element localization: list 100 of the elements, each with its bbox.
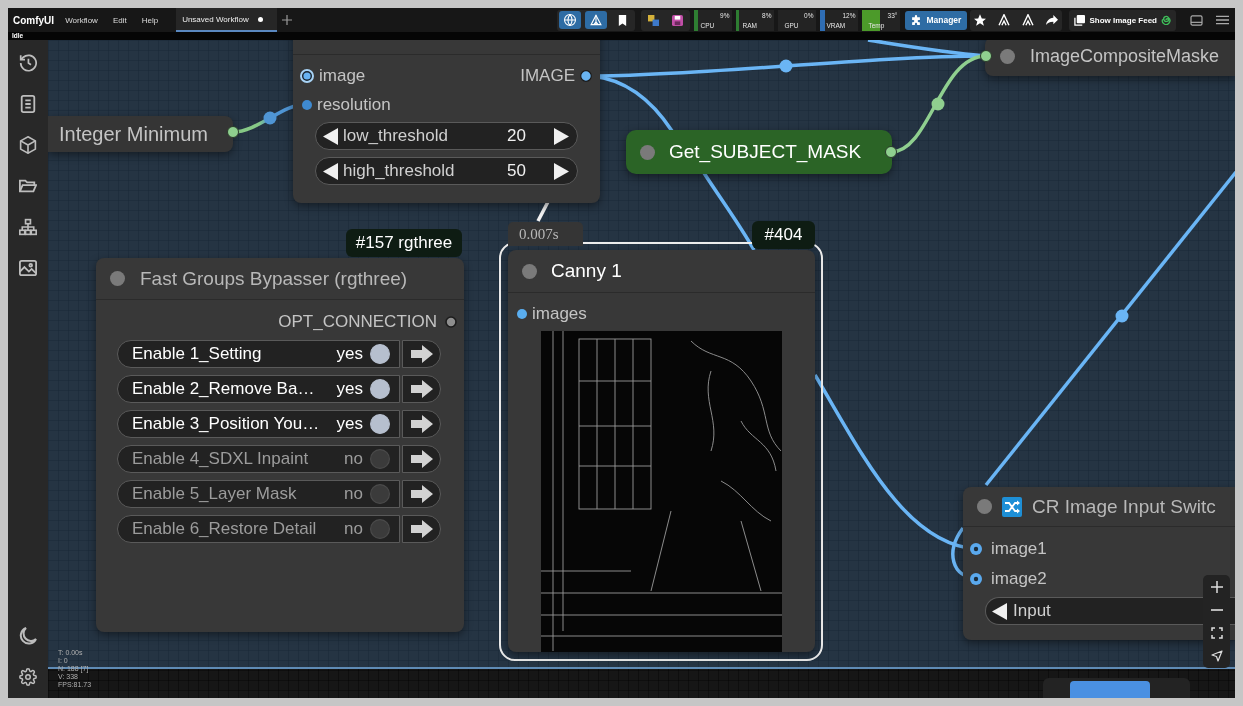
triangle-outline-icon[interactable] <box>998 14 1011 26</box>
add-tab-icon[interactable] <box>281 15 292 25</box>
slot-label: image <box>319 65 366 86</box>
arrow-right-icon <box>410 415 433 433</box>
output-slot-icon[interactable] <box>580 69 592 82</box>
zoom-in-icon[interactable] <box>1210 581 1223 593</box>
settings-icon[interactable] <box>19 668 37 686</box>
triangle-outline-icon[interactable] <box>1022 14 1035 26</box>
menu-item[interactable]: Help <box>141 15 159 25</box>
navigate-button[interactable] <box>402 445 441 473</box>
translate-button[interactable] <box>559 11 582 29</box>
navigate-button[interactable] <box>402 515 441 543</box>
node-dot-icon[interactable] <box>1000 49 1015 64</box>
star-icon[interactable] <box>974 14 987 26</box>
navigate-button[interactable] <box>402 480 441 508</box>
number-widget[interactable]: high_threshold 50 <box>315 157 578 185</box>
input-slot-icon[interactable] <box>300 68 314 83</box>
previous-arrow-icon[interactable] <box>992 602 1007 620</box>
node-dot-icon[interactable] <box>522 263 537 279</box>
slot-label: image2 <box>991 568 1047 589</box>
toggle-knob-icon[interactable] <box>370 519 390 539</box>
slot-icon[interactable] <box>885 146 897 158</box>
group-toggle[interactable]: Enable 6_Restore Detail no <box>117 515 400 543</box>
increment-arrow-icon[interactable] <box>554 162 569 180</box>
slot-label: images <box>532 304 587 324</box>
document-icon[interactable] <box>19 95 37 113</box>
fit-view-icon[interactable] <box>1210 627 1223 639</box>
globe-icon <box>564 14 577 26</box>
node-dot-icon[interactable] <box>640 144 655 160</box>
increment-arrow-icon[interactable] <box>554 127 569 145</box>
arrow-right-icon <box>410 380 433 398</box>
toggle-knob-icon[interactable] <box>370 344 390 364</box>
node-card[interactable]: CR Image Input Switc image1 image2 Input <box>963 487 1235 640</box>
moon-icon[interactable] <box>19 627 37 645</box>
timing-badge: 0.007s <box>508 222 583 246</box>
node-title: ImageCompositeMaske <box>1030 46 1220 67</box>
triangle-button[interactable] <box>585 11 608 29</box>
slot-label: image1 <box>991 539 1047 559</box>
slot-icon[interactable] <box>227 126 239 138</box>
link-dot-icon[interactable] <box>1115 309 1129 323</box>
node-card[interactable]: image IMAGE resolution low_threshold 20 high_threshold 50 <box>293 40 600 203</box>
navigate-button[interactable] <box>402 375 441 403</box>
node-card[interactable]: Fast Groups Bypasser (rgthree) OPT_CONNECTION Enable 1_Setting yes Enable 2_Remove Ba… yes Enable 3_Position You… yes Enable 4_SDXL Inpaint no Enable 5_Layer Mask no Enable 6_Restore Detail no <box>96 258 464 632</box>
node-card[interactable]: Canny 1 images <box>508 250 815 652</box>
node-title: Fast Groups Bypasser (rgthree) <box>140 267 408 290</box>
navigate-button[interactable] <box>402 410 441 438</box>
slot-label: OPT_CONNECTION <box>278 312 437 332</box>
collapsed-node[interactable]: ImageCompositeMaske <box>985 40 1235 76</box>
workflow-tab[interactable]: Unsaved Workflow <box>176 8 277 32</box>
group-toggle[interactable]: Enable 5_Layer Mask no <box>117 480 400 508</box>
node-dot-icon[interactable] <box>110 271 125 286</box>
node-id-badge: #404 <box>752 221 815 249</box>
slot-icon[interactable] <box>980 50 992 62</box>
collapsed-node[interactable]: Get_SUBJECT_MASK <box>626 130 892 174</box>
toggle-knob-icon[interactable] <box>370 484 390 504</box>
manager-button[interactable]: Manager <box>905 10 968 30</box>
menu-item[interactable]: Edit <box>112 15 127 25</box>
input-slot-icon[interactable] <box>970 572 982 585</box>
node-title: Get_SUBJECT_MASK <box>669 141 862 163</box>
share-icon[interactable] <box>1046 14 1059 26</box>
menu-item[interactable]: Workflow <box>65 15 98 25</box>
slot-label: resolution <box>317 94 391 115</box>
navigation-arrow-icon[interactable] <box>1210 650 1223 662</box>
link-dot-icon[interactable] <box>931 97 945 111</box>
input-slot-icon[interactable] <box>970 543 982 555</box>
menu-icon[interactable] <box>1216 15 1229 25</box>
link-dot-icon[interactable] <box>779 59 793 73</box>
puzzle-icon <box>911 15 922 25</box>
node-id-badge: #157 rgthree <box>346 229 462 257</box>
output-slot-icon[interactable] <box>445 316 457 328</box>
group-toggle[interactable]: Enable 3_Position You… yes <box>117 410 400 438</box>
collapsed-node[interactable]: Integer Minimum <box>48 116 233 152</box>
input-slot-icon[interactable] <box>517 309 527 319</box>
group-toggle[interactable]: Enable 4_SDXL Inpaint no <box>117 445 400 473</box>
toggle-knob-icon[interactable] <box>370 379 390 399</box>
panel-icon[interactable] <box>1190 14 1203 26</box>
history-icon[interactable] <box>19 54 37 72</box>
folder-icon[interactable] <box>19 177 37 195</box>
toggle-knob-icon[interactable] <box>370 414 390 434</box>
hierarchy-icon[interactable] <box>19 218 37 236</box>
number-widget[interactable]: low_threshold 20 <box>315 122 578 150</box>
link-dot-icon[interactable] <box>263 111 277 125</box>
input-slot-icon[interactable] <box>302 99 312 110</box>
navigate-button[interactable] <box>402 340 441 368</box>
images-icon[interactable] <box>19 259 37 277</box>
gallery-icon <box>1074 14 1086 26</box>
toggle-knob-icon[interactable] <box>370 449 390 469</box>
arrow-right-icon <box>410 450 433 468</box>
group-toggle[interactable]: Enable 1_Setting yes <box>117 340 400 368</box>
app-logo-text: ComfyUI <box>13 14 55 26</box>
image-feed-button[interactable]: Show Image Feed <box>1069 9 1176 31</box>
cube-icon[interactable] <box>19 136 37 154</box>
spiral-icon <box>1161 15 1171 25</box>
arrow-right-icon <box>410 520 433 538</box>
decrement-arrow-icon[interactable] <box>323 162 338 180</box>
group-toggle[interactable]: Enable 2_Remove Ba… yes <box>117 375 400 403</box>
node-dot-icon[interactable] <box>977 499 992 514</box>
arrow-right-icon <box>410 485 433 503</box>
squares-icon[interactable] <box>648 14 660 26</box>
decrement-arrow-icon[interactable] <box>323 127 338 145</box>
